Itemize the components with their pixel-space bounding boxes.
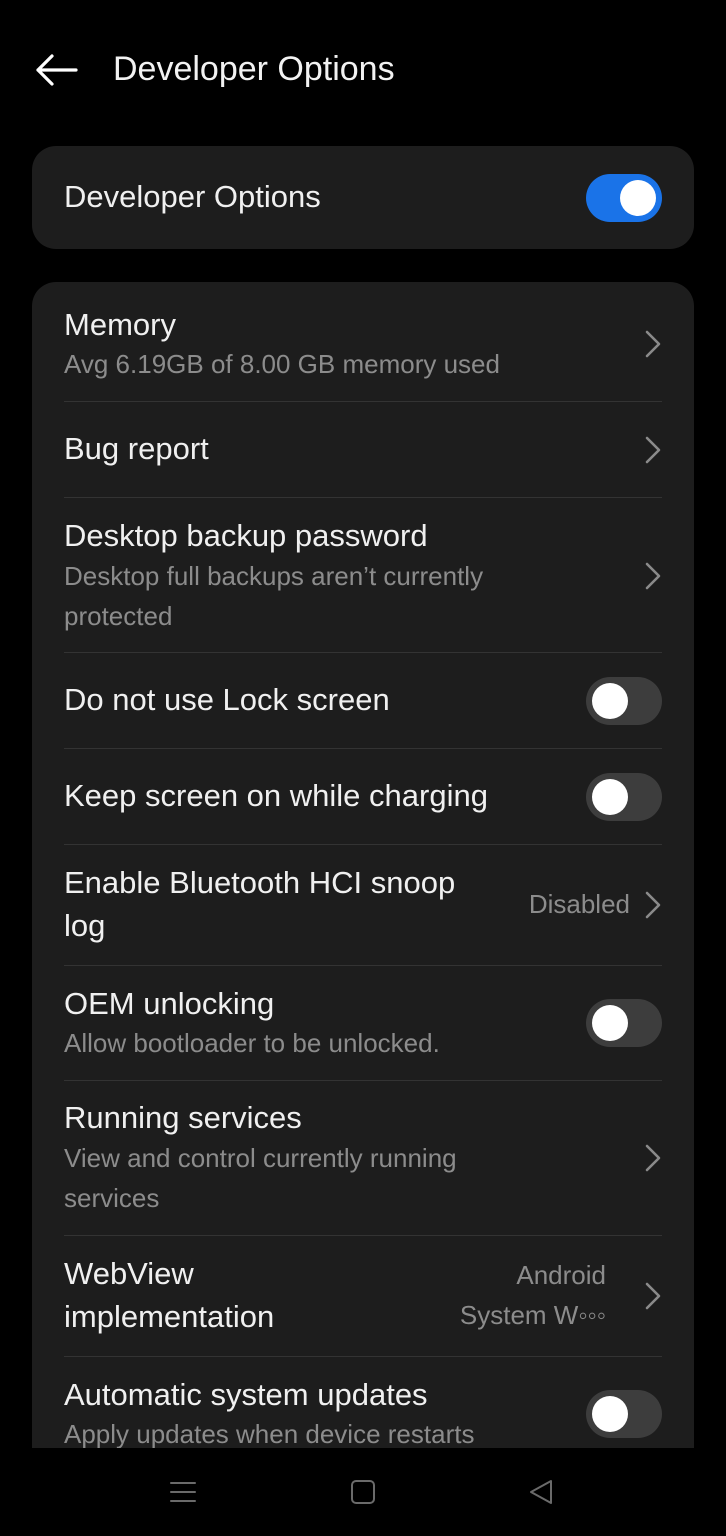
item-subtitle-line2: protected bbox=[64, 601, 173, 631]
oem-unlocking-toggle[interactable] bbox=[586, 999, 662, 1047]
item-title: Running services bbox=[64, 1100, 302, 1135]
settings-item-bluetooth-hci-snoop-log[interactable]: Enable Bluetooth HCI snoop log Disabled bbox=[64, 845, 662, 966]
toggle-knob bbox=[592, 683, 628, 719]
developer-options-toggle[interactable] bbox=[586, 174, 662, 222]
settings-item-memory[interactable]: Memory Avg 6.19GB of 8.00 GB memory used bbox=[64, 282, 662, 402]
item-title: Keep screen on while charging bbox=[64, 778, 488, 813]
item-title-line2: implementation bbox=[64, 1299, 275, 1334]
item-title: Bug report bbox=[64, 431, 209, 466]
settings-item-automatic-system-updates[interactable]: Automatic system updates Apply updates w… bbox=[64, 1357, 662, 1448]
home-button[interactable] bbox=[333, 1468, 393, 1516]
settings-item-webview-implementation[interactable]: WebView implementation Android System W◦… bbox=[64, 1236, 662, 1357]
item-title: Automatic system updates bbox=[64, 1377, 428, 1412]
developer-options-master-card: Developer Options bbox=[32, 146, 694, 249]
item-title-line1: Enable Bluetooth HCI snoop bbox=[64, 865, 456, 900]
settings-item-keep-screen-on[interactable]: Keep screen on while charging bbox=[64, 749, 662, 845]
settings-item-bug-report[interactable]: Bug report bbox=[64, 402, 662, 498]
toggle-knob bbox=[592, 1005, 628, 1041]
arrow-left-icon bbox=[36, 54, 78, 86]
item-title: Memory bbox=[64, 307, 176, 342]
home-square-icon bbox=[351, 1480, 375, 1504]
settings-item-desktop-backup-password[interactable]: Desktop backup password Desktop full bac… bbox=[64, 498, 662, 653]
top-app-bar: Developer Options bbox=[0, 0, 726, 140]
item-value-line2: System W◦◦◦ bbox=[459, 1300, 606, 1330]
item-subtitle: Avg 6.19GB of 8.00 GB memory used bbox=[64, 349, 500, 379]
recents-button[interactable] bbox=[153, 1468, 213, 1516]
chevron-right-icon bbox=[645, 330, 661, 358]
settings-list-card: Memory Avg 6.19GB of 8.00 GB memory used… bbox=[32, 282, 694, 1448]
item-title: Do not use Lock screen bbox=[64, 682, 390, 717]
master-toggle-label: Developer Options bbox=[64, 179, 321, 214]
lock-screen-toggle[interactable] bbox=[586, 677, 662, 725]
nav-back-button[interactable] bbox=[511, 1468, 571, 1516]
item-title-line2: log bbox=[64, 908, 106, 943]
item-subtitle: Apply updates when device restarts bbox=[64, 1419, 475, 1448]
item-subtitle-line1: View and control currently running bbox=[64, 1143, 457, 1173]
automatic-updates-toggle[interactable] bbox=[586, 1390, 662, 1438]
settings-item-do-not-use-lock-screen[interactable]: Do not use Lock screen bbox=[64, 653, 662, 749]
page-title: Developer Options bbox=[113, 50, 395, 88]
item-title-line1: WebView bbox=[64, 1256, 194, 1291]
chevron-right-icon bbox=[645, 562, 661, 590]
item-value: Disabled bbox=[528, 889, 630, 919]
chevron-right-icon bbox=[645, 436, 661, 464]
keep-screen-on-toggle[interactable] bbox=[586, 773, 662, 821]
chevron-right-icon bbox=[645, 1144, 661, 1172]
system-navigation-bar bbox=[0, 1448, 726, 1536]
toggle-knob bbox=[592, 779, 628, 815]
chevron-right-icon bbox=[645, 891, 661, 919]
item-subtitle: Allow bootloader to be unlocked. bbox=[64, 1028, 440, 1058]
toggle-knob bbox=[592, 1396, 628, 1432]
developer-options-master-row[interactable]: Developer Options bbox=[64, 146, 662, 249]
settings-item-oem-unlocking[interactable]: OEM unlocking Allow bootloader to be unl… bbox=[64, 966, 662, 1081]
back-button[interactable] bbox=[30, 48, 82, 92]
item-value-line1: Android bbox=[516, 1260, 606, 1290]
toggle-knob bbox=[620, 180, 656, 216]
menu-icon bbox=[170, 1482, 196, 1502]
chevron-right-icon bbox=[645, 1282, 661, 1310]
item-title: OEM unlocking bbox=[64, 986, 275, 1021]
item-subtitle-line1: Desktop full backups aren’t currently bbox=[64, 561, 484, 591]
settings-item-running-services[interactable]: Running services View and control curren… bbox=[64, 1081, 662, 1236]
back-triangle-icon bbox=[530, 1480, 552, 1504]
item-subtitle-line2: services bbox=[64, 1183, 160, 1213]
item-title: Desktop backup password bbox=[64, 518, 428, 553]
